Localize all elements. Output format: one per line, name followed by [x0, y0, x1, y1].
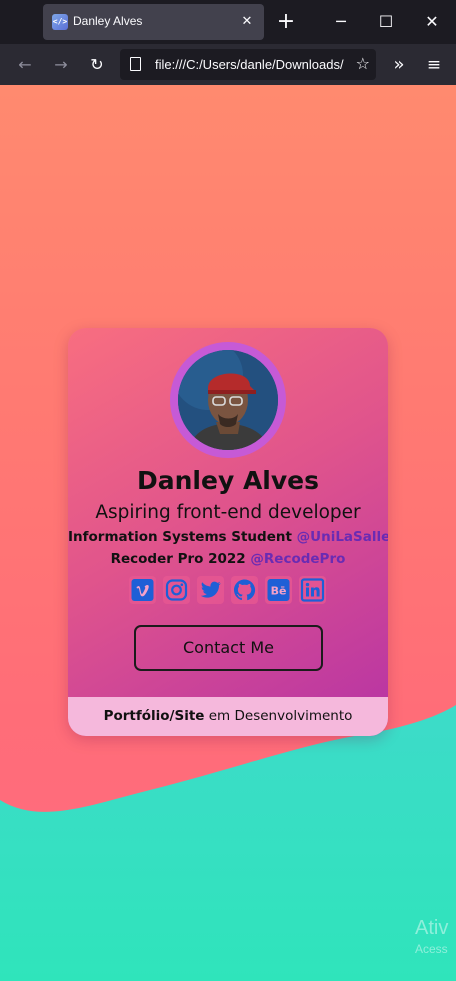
- activation-watermark-sub: Acess: [415, 942, 448, 956]
- bookmark-star-icon[interactable]: ☆: [356, 54, 370, 73]
- avatar: [178, 350, 278, 450]
- education-line: Information Systems Student @UniLaSalle: [68, 529, 388, 545]
- education-text: Information Systems Student: [68, 529, 297, 545]
- behance-icon: Bē: [267, 579, 290, 601]
- tab-danley-alves[interactable]: </> Danley Alves ✕: [43, 4, 264, 40]
- footer-text: em Desenvolvimento: [204, 708, 353, 724]
- github-link[interactable]: [231, 576, 258, 604]
- recodepro-link[interactable]: @RecodePro: [250, 551, 345, 567]
- twitter-link[interactable]: [197, 576, 224, 604]
- close-window-icon[interactable]: ✕: [420, 10, 444, 34]
- behance-link[interactable]: Bē: [265, 576, 292, 604]
- tab-bar: </> Danley Alves ✕ + ─ ☐ ✕: [0, 0, 456, 44]
- instagram-link[interactable]: [163, 576, 190, 604]
- vimeo-icon: [131, 579, 154, 601]
- back-button[interactable]: ←: [12, 52, 38, 78]
- unilasalle-link[interactable]: @UniLaSalle: [297, 529, 388, 545]
- page-icon: [130, 57, 141, 71]
- close-tab-icon[interactable]: ✕: [238, 13, 256, 31]
- maximize-window-icon[interactable]: ☐: [374, 10, 398, 34]
- profile-tagline: Aspiring front-end developer: [95, 502, 361, 523]
- navigation-bar: ← → ↻ file:///C:/Users/danle/Downloads/ …: [0, 44, 456, 85]
- card-footer: Portfólio/Site em Desenvolvimento: [68, 697, 388, 736]
- program-text: Recoder Pro 2022: [110, 551, 251, 567]
- extensions-overflow-button[interactable]: »: [386, 52, 412, 78]
- profile-name: Danley Alves: [137, 466, 319, 495]
- reload-button[interactable]: ↻: [84, 52, 110, 78]
- page-viewport: Danley Alves Aspiring front-end develope…: [0, 85, 456, 981]
- address-bar[interactable]: file:///C:/Users/danle/Downloads/ ☆: [120, 49, 376, 80]
- app-menu-button[interactable]: ≡: [421, 52, 447, 78]
- social-links: Bē: [129, 576, 329, 604]
- code-favicon-icon: </>: [52, 14, 68, 30]
- forward-button[interactable]: →: [48, 52, 74, 78]
- activation-watermark: Ativ: [415, 917, 449, 939]
- url-text[interactable]: file:///C:/Users/danle/Downloads/: [155, 57, 348, 72]
- minimize-window-icon[interactable]: ─: [329, 10, 353, 34]
- linkedin-link[interactable]: [299, 576, 326, 604]
- svg-text:Bē: Bē: [271, 585, 287, 598]
- contact-me-button[interactable]: Contact Me: [134, 625, 323, 671]
- footer-bold-text: Portfólio/Site: [103, 708, 205, 724]
- linkedin-icon: [300, 578, 325, 602]
- github-icon: [234, 579, 256, 601]
- avatar-ring: [170, 342, 286, 458]
- twitter-icon: [200, 581, 221, 598]
- program-line: Recoder Pro 2022 @RecodePro: [68, 551, 388, 567]
- new-tab-button[interactable]: +: [274, 9, 298, 35]
- profile-card: Danley Alves Aspiring front-end develope…: [68, 328, 388, 736]
- vimeo-link[interactable]: [129, 576, 156, 604]
- instagram-icon: [165, 579, 188, 601]
- tab-title: Danley Alves: [73, 14, 143, 28]
